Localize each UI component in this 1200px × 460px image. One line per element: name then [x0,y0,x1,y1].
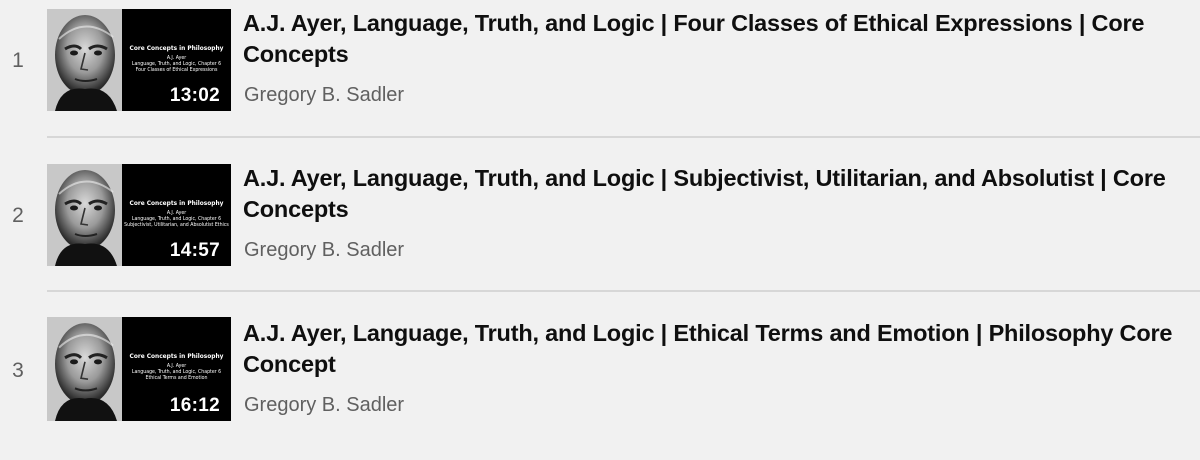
thumbnail-line: Language, Truth, and Logic, Chapter 6 [131,60,222,67]
thumbnail-caption: Core Concepts in Philosophy A.J. Ayer La… [122,352,231,381]
item-index: 1 [12,49,24,72]
thumbnail-caption: Core Concepts in Philosophy A.J. Ayer La… [122,199,231,228]
playlist: 1 Core Concepts in Philosophy A.J. Ayer … [0,0,1200,433]
thumbnail-line: Subjectivist, Utilitarian, and Absolutis… [124,221,229,228]
thumbnail-series: Core Concepts in Philosophy [129,199,224,207]
video-duration: 13:02 [169,85,220,106]
video-title[interactable]: A.J. Ayer, Language, Truth, and Logic | … [243,163,1183,225]
video-duration: 14:57 [169,240,220,261]
video-title[interactable]: A.J. Ayer, Language, Truth, and Logic | … [243,318,1183,380]
channel-name[interactable]: Gregory B. Sadler [244,394,404,417]
divider [47,290,1200,292]
channel-name[interactable]: Gregory B. Sadler [244,84,404,107]
playlist-item[interactable]: 3 Core Concepts in Philosophy A.J. Ayer … [0,310,1200,460]
portrait-photo [47,164,122,266]
channel-name[interactable]: Gregory B. Sadler [244,239,404,262]
thumbnail-line: Language, Truth, and Logic, Chapter 6 [131,368,222,375]
item-index: 3 [12,359,24,382]
thumbnail-line: Four Classes of Ethical Expressions [135,66,218,73]
video-thumbnail[interactable]: Core Concepts in Philosophy A.J. Ayer La… [47,9,231,111]
playlist-item[interactable]: 1 Core Concepts in Philosophy A.J. Ayer … [0,0,1200,150]
video-thumbnail[interactable]: Core Concepts in Philosophy A.J. Ayer La… [47,164,231,266]
video-duration: 16:12 [169,395,220,416]
portrait-photo [47,9,122,111]
video-thumbnail[interactable]: Core Concepts in Philosophy A.J. Ayer La… [47,317,231,421]
thumbnail-line: Language, Truth, and Logic, Chapter 6 [131,215,222,222]
thumbnail-series: Core Concepts in Philosophy [129,44,224,52]
video-title[interactable]: A.J. Ayer, Language, Truth, and Logic | … [243,8,1183,70]
thumbnail-line: Ethical Terms and Emotion [145,374,208,381]
item-index: 2 [12,204,24,227]
thumbnail-series: Core Concepts in Philosophy [129,352,224,360]
divider [47,136,1200,138]
portrait-photo [47,317,122,421]
thumbnail-caption: Core Concepts in Philosophy A.J. Ayer La… [122,44,231,73]
playlist-item[interactable]: 2 Core Concepts in Philosophy A.J. Ayer … [0,155,1200,305]
